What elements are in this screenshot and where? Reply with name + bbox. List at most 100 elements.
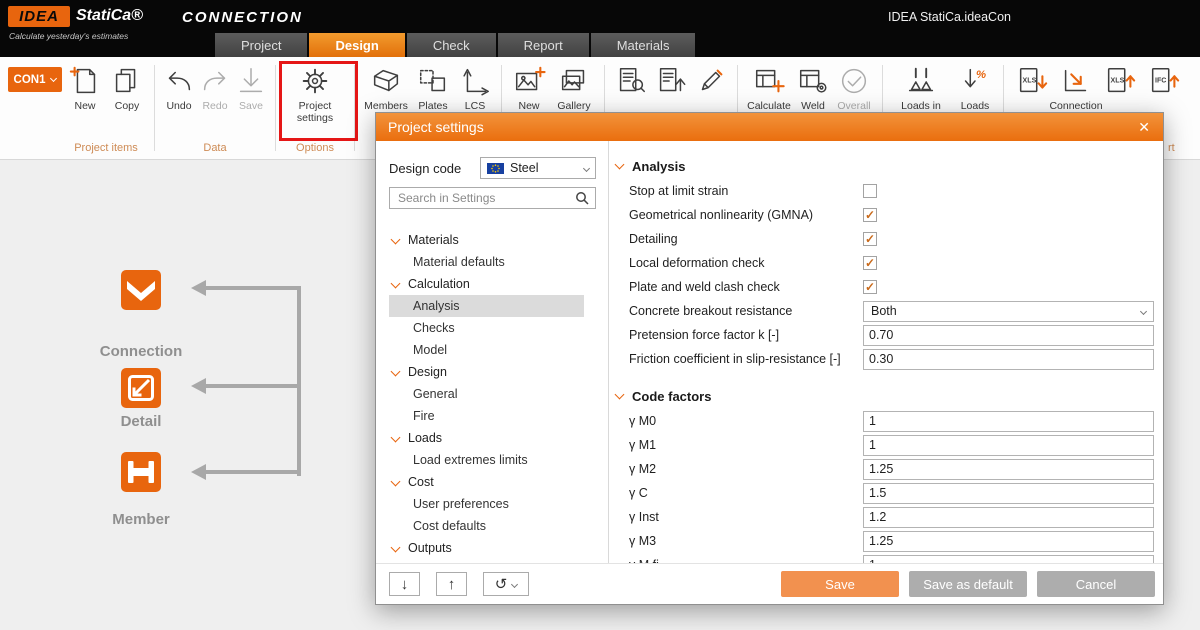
- chevron-down-icon[interactable]: [391, 432, 401, 442]
- checkbox-checked[interactable]: ✓: [863, 256, 877, 270]
- tree-item-load-extremes-limits[interactable]: Load extremes limits: [389, 449, 584, 471]
- ribbon-loads-button[interactable]: %Loads: [953, 64, 997, 112]
- input-pretension-force-factor-k[interactable]: [863, 325, 1154, 346]
- ribbon-ifc-export-button[interactable]: IFC: [1142, 64, 1186, 100]
- tree-item-cost-defaults[interactable]: Cost defaults: [389, 515, 584, 537]
- ribbon-pen-button[interactable]: [691, 64, 731, 100]
- ribbon-new-button[interactable]: New: [508, 64, 550, 112]
- canvas-member-icon[interactable]: [121, 452, 161, 492]
- eu-flag-icon: [487, 163, 504, 174]
- tree-item-general[interactable]: General: [389, 383, 584, 405]
- chevron-down-icon[interactable]: [391, 366, 401, 376]
- tree-item-fire[interactable]: Fire: [389, 405, 584, 427]
- input-m2[interactable]: [863, 459, 1154, 480]
- tree-item-outputs[interactable]: Outputs: [389, 537, 584, 559]
- ribbon-lcs-button[interactable]: LCS: [455, 64, 495, 112]
- chevron-down-icon[interactable]: [391, 542, 401, 552]
- ribbon-redo-button[interactable]: Redo: [197, 64, 233, 112]
- app-header: IDEA StatiCa® Calculate yesterday's esti…: [0, 0, 1200, 57]
- cancel-button[interactable]: Cancel: [1037, 571, 1155, 597]
- ribbon-project-settings-button[interactable]: Project settings: [282, 64, 348, 124]
- tree-item-label: Analysis: [413, 299, 460, 313]
- tree-item-materials[interactable]: Materials: [389, 229, 584, 251]
- ribbon-members-button[interactable]: Members: [361, 64, 411, 112]
- chevron-down-icon[interactable]: [391, 234, 401, 244]
- tab-materials[interactable]: Materials: [591, 33, 696, 57]
- tree-item-cost[interactable]: Cost: [389, 471, 584, 493]
- ribbon-preview-button[interactable]: [611, 64, 651, 100]
- reset-button[interactable]: ↺: [483, 572, 529, 596]
- canvas-detail-label: Detail: [71, 413, 211, 430]
- search-icon: [575, 191, 589, 205]
- canvas-connection-icon[interactable]: [121, 270, 161, 310]
- ribbon-overall-button[interactable]: Overall: [832, 64, 876, 112]
- input-c[interactable]: [863, 483, 1154, 504]
- setting-label: γ M3: [629, 534, 863, 548]
- save-button[interactable]: Save: [781, 571, 899, 597]
- ribbon-publish-button[interactable]: [651, 64, 691, 100]
- dialog-titlebar[interactable]: Project settings ✕: [376, 113, 1163, 141]
- input-m3[interactable]: [863, 531, 1154, 552]
- dropdown-concrete-breakout-resistance[interactable]: Both: [863, 301, 1154, 322]
- chevron-down-icon: [583, 164, 590, 171]
- design-code-select[interactable]: Steel: [480, 157, 596, 179]
- ribbon-group-items: [611, 57, 731, 100]
- ribbon-connection-button[interactable]: Connection: [1054, 64, 1098, 112]
- input-m-fi[interactable]: [863, 555, 1154, 564]
- chevron-down-icon[interactable]: [391, 278, 401, 288]
- ribbon-copy-button[interactable]: Copy: [106, 64, 148, 112]
- move-down-button[interactable]: ↓: [389, 572, 420, 596]
- ribbon-undo-button[interactable]: Undo: [161, 64, 197, 112]
- xls-export-icon: XLS: [1103, 64, 1137, 98]
- checkbox-checked[interactable]: ✓: [863, 280, 877, 294]
- tree-item-loads[interactable]: Loads: [389, 427, 584, 449]
- tree-item-analysis[interactable]: Analysis: [389, 295, 584, 317]
- tree-item-material-defaults[interactable]: Material defaults: [389, 251, 584, 273]
- ribbon-xls-export-button[interactable]: XLS: [1098, 64, 1142, 100]
- tree-item-design[interactable]: Design: [389, 361, 584, 383]
- input-inst[interactable]: [863, 507, 1154, 528]
- ribbon-save-button[interactable]: Save: [233, 64, 269, 112]
- connector-line-member: [206, 470, 301, 474]
- search-input[interactable]: [396, 190, 575, 206]
- publish-icon: [654, 64, 688, 98]
- ribbon-gallery-button[interactable]: Gallery: [550, 64, 598, 112]
- input-friction-coefficient-in-slip-resistance[interactable]: [863, 349, 1154, 370]
- checkbox[interactable]: [863, 184, 877, 198]
- chevron-down-icon[interactable]: [615, 160, 625, 170]
- connection-item-selector[interactable]: CON1: [8, 67, 62, 92]
- chevron-down-icon: [511, 580, 518, 587]
- tab-project[interactable]: Project: [215, 33, 307, 57]
- group-separator: [275, 65, 276, 151]
- setting-label: Concrete breakout resistance: [629, 304, 863, 318]
- canvas-detail-icon[interactable]: [121, 368, 161, 408]
- input-m1[interactable]: [863, 435, 1154, 456]
- settings-tree: MaterialsMaterial defaultsCalculation Ana…: [376, 229, 608, 559]
- ribbon-plates-button[interactable]: Plates: [411, 64, 455, 112]
- move-up-button[interactable]: ↑: [436, 572, 467, 596]
- tree-item-user-preferences[interactable]: User preferences: [389, 493, 584, 515]
- tree-item-calculation[interactable]: Calculation: [389, 273, 584, 295]
- checkbox-checked[interactable]: ✓: [863, 208, 877, 222]
- ribbon-calculate-button[interactable]: Calculate: [744, 64, 794, 112]
- ribbon-weld-button[interactable]: Weld: [794, 64, 832, 112]
- chevron-down-icon[interactable]: [615, 390, 625, 400]
- tree-item-model[interactable]: Model: [389, 339, 584, 361]
- ribbon-new-button[interactable]: New: [64, 64, 106, 112]
- settings-search[interactable]: [389, 187, 596, 209]
- dropdown-value: Both: [871, 304, 897, 318]
- setting-control: [863, 507, 1154, 528]
- chevron-down-icon[interactable]: [391, 476, 401, 486]
- tab-check[interactable]: Check: [407, 33, 496, 57]
- close-icon[interactable]: ✕: [1135, 119, 1153, 136]
- setting-label: γ M1: [629, 438, 863, 452]
- checkbox-checked[interactable]: ✓: [863, 232, 877, 246]
- tab-report[interactable]: Report: [498, 33, 589, 57]
- tree-item-checks[interactable]: Checks: [389, 317, 584, 339]
- ribbon-xls-import-button[interactable]: XLS: [1010, 64, 1054, 100]
- project-settings-dialog: Project settings ✕ Design code Steel Mat…: [375, 112, 1164, 605]
- save-as-default-button[interactable]: Save as default: [909, 571, 1027, 597]
- tab-design[interactable]: Design: [309, 33, 404, 57]
- setting-label: Pretension force factor k [-]: [629, 328, 863, 342]
- input-m0[interactable]: [863, 411, 1154, 432]
